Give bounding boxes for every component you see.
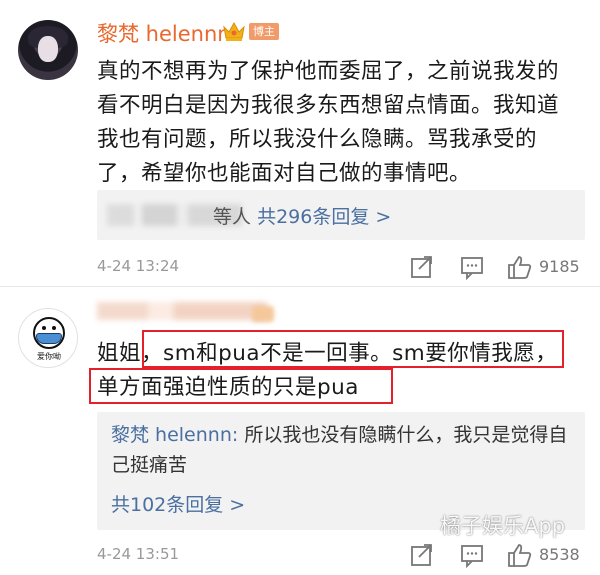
- watermark: 橘子娱乐App: [440, 514, 566, 538]
- blurred-badge: [252, 306, 274, 322]
- replies-preview[interactable]: 等人 共296条回复 >: [97, 190, 585, 240]
- comment-body: 真的不想再为了保护他而委屈了，之前说我发的看不明白是因为我很多东西想留点情面。我…: [97, 59, 560, 186]
- replies-count: 共296条回复 >: [257, 206, 392, 228]
- share-icon[interactable]: [409, 254, 435, 280]
- like-count: 9185: [539, 257, 580, 276]
- blurred-username[interactable]: [97, 302, 267, 320]
- avatar-eye: [42, 326, 46, 330]
- avatar-caption: 爱你呦: [37, 352, 61, 361]
- share-icon[interactable]: [409, 542, 435, 568]
- timestamp: 4-24 13:24: [97, 257, 180, 275]
- comment-icon[interactable]: [459, 254, 485, 280]
- replies-suffix: 等人: [213, 206, 252, 228]
- avatar[interactable]: 爱你呦: [18, 308, 78, 368]
- avatar-face: [38, 36, 58, 62]
- avatar-eye: [52, 326, 56, 330]
- comment-item-1: 黎梵 helennn 博主 真的不想再为了保护他而委屈了，之前说我发的看不明白是…: [0, 0, 600, 285]
- avatar[interactable]: [18, 20, 78, 80]
- comment-meta: 4-24 13:51 8538: [97, 540, 587, 570]
- comment-meta: 4-24 13:24 9185: [97, 252, 587, 282]
- crown-icon: [223, 21, 245, 41]
- reply-author[interactable]: 黎梵 helennn:: [111, 424, 238, 446]
- highlight-box: [142, 330, 564, 368]
- like-icon[interactable]: [507, 254, 533, 280]
- comment-icon[interactable]: [459, 542, 485, 568]
- timestamp: 4-24 13:51: [97, 545, 180, 563]
- host-badge: 博主: [249, 23, 279, 40]
- username[interactable]: 黎梵 helennn: [97, 18, 231, 48]
- like-count: 8538: [539, 545, 580, 564]
- replies-link[interactable]: 等人 共296条回复 >: [213, 202, 391, 229]
- avatar-mask: [36, 333, 62, 344]
- comment-item-2: 爱你呦 姐姐，sm和pua不是一回事。sm要你情我愿， 单方面强迫性质的只是pu…: [0, 288, 600, 575]
- replies-link[interactable]: 共102条回复 >: [111, 490, 245, 517]
- divider: [0, 286, 600, 287]
- like-icon[interactable]: [507, 542, 533, 568]
- highlight-box: [89, 368, 393, 404]
- reply-preview: 黎梵 helennn: 所以我也没有隐瞒什么，我只是觉得自己挺痛苦: [111, 420, 571, 480]
